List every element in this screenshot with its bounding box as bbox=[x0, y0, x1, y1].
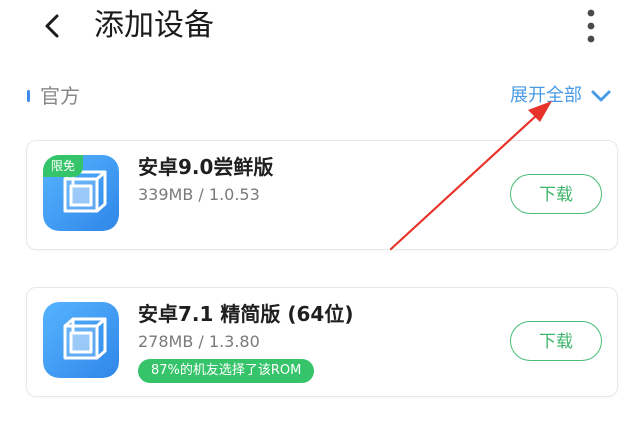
popularity-tag: 87%的机友选择了该ROM bbox=[138, 359, 315, 383]
section-header-official: 官方 展开全部 bbox=[0, 80, 639, 112]
add-device-screen: 添加设备 官方 展开全部 限免 安卓9.0尝鲜版 339MB / 1.0.53 … bbox=[0, 0, 639, 432]
expand-all-button[interactable]: 展开全部 bbox=[510, 82, 612, 110]
app-size-version: 339MB / 1.0.53 bbox=[138, 185, 260, 204]
more-options-button[interactable] bbox=[573, 4, 609, 48]
page-title: 添加设备 bbox=[94, 8, 214, 43]
app-card-android-9[interactable]: 限免 安卓9.0尝鲜版 339MB / 1.0.53 下载 bbox=[26, 140, 618, 250]
more-vertical-icon bbox=[587, 9, 595, 43]
app-name: 安卓7.1 精简版 (64位) bbox=[138, 302, 354, 326]
chevron-down-icon bbox=[590, 85, 612, 107]
expand-all-label: 展开全部 bbox=[510, 85, 582, 106]
virtual-cube-app-icon: 限免 bbox=[43, 155, 119, 231]
app-card-android-7-1[interactable]: 安卓7.1 精简版 (64位) 278MB / 1.3.80 87%的机友选择了… bbox=[26, 287, 618, 397]
back-button[interactable] bbox=[34, 8, 70, 44]
app-name: 安卓9.0尝鲜版 bbox=[138, 155, 274, 179]
app-bar: 添加设备 bbox=[0, 0, 639, 56]
app-size-version: 278MB / 1.3.80 bbox=[138, 332, 260, 351]
virtual-cube-app-icon bbox=[43, 302, 119, 378]
download-button[interactable]: 下载 bbox=[510, 321, 602, 361]
back-chevron-icon bbox=[45, 14, 59, 38]
free-badge: 限免 bbox=[43, 155, 83, 177]
download-button[interactable]: 下载 bbox=[510, 174, 602, 214]
section-marker bbox=[27, 90, 30, 102]
section-title: 官方 bbox=[40, 84, 80, 108]
